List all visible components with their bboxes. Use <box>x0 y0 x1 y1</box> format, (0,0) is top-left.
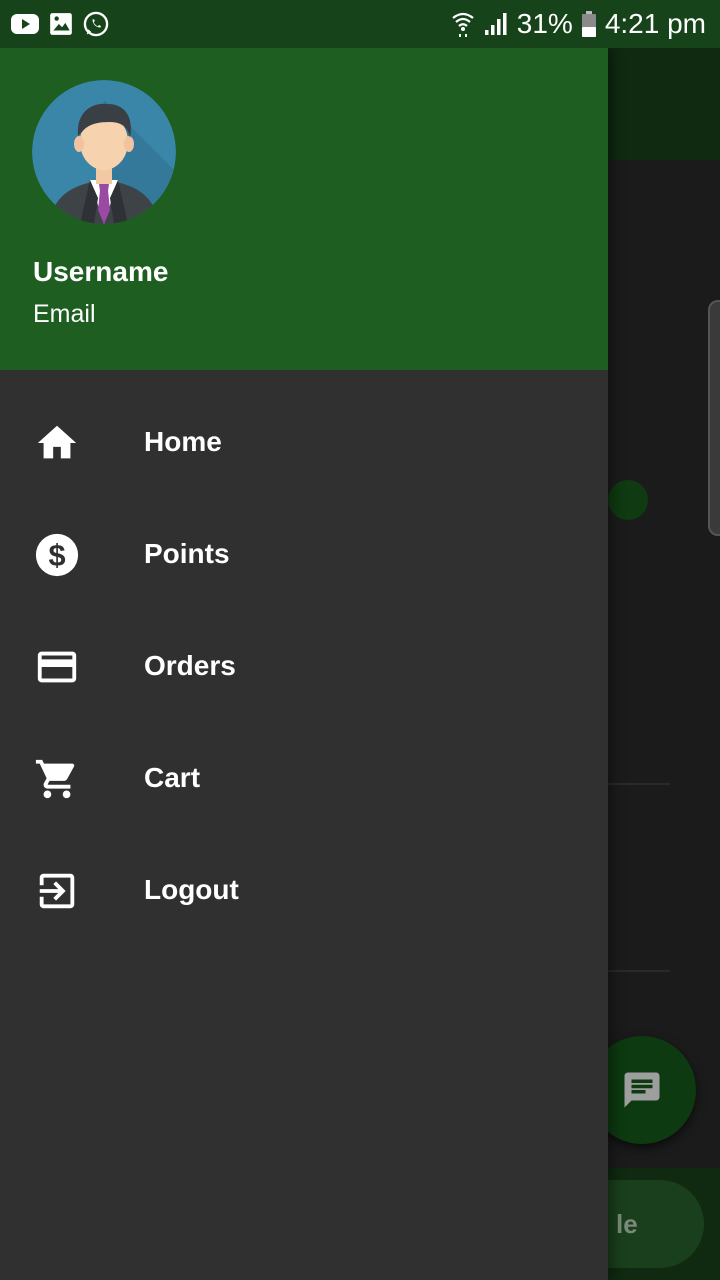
logout-icon <box>39 873 75 909</box>
dollar-icon: $ <box>35 533 79 577</box>
menu-item-logout[interactable]: Logout <box>0 834 608 946</box>
navigation-drawer: Username Email Home $ Points Orders Cart… <box>0 48 608 1280</box>
background-side-tab[interactable] <box>708 300 720 536</box>
menu-item-home[interactable]: Home <box>0 386 608 498</box>
background-divider <box>608 970 670 972</box>
youtube-icon <box>11 14 39 34</box>
whatsapp-icon <box>83 11 109 37</box>
battery-percentage: 31% <box>516 8 573 39</box>
avatar-person-icon <box>32 80 176 224</box>
menu-item-label: Points <box>144 538 230 569</box>
credit-card-icon <box>37 651 77 683</box>
username: Username <box>33 256 169 287</box>
signal-icon <box>484 13 507 35</box>
menu-item-points[interactable]: $ Points <box>0 498 608 610</box>
menu-item-orders[interactable]: Orders <box>0 610 608 722</box>
system-status: 31% 4:21 pm <box>451 0 706 48</box>
image-icon <box>50 13 72 35</box>
clock: 4:21 pm <box>604 8 706 39</box>
menu-item-label: Home <box>144 426 222 457</box>
avatar[interactable] <box>32 80 176 224</box>
wifi-icon <box>452 12 474 37</box>
status-bar: 31% 4:21 pm <box>0 0 720 48</box>
svg-text:$: $ <box>48 539 65 573</box>
drawer-menu: Home $ Points Orders Cart Logout <box>0 386 608 946</box>
menu-item-label: Cart <box>144 762 201 793</box>
menu-item-label: Logout <box>144 874 239 905</box>
drawer-header: Username Email <box>0 48 608 370</box>
notification-icons <box>10 8 110 40</box>
chat-icon <box>624 1072 660 1108</box>
home-icon <box>37 425 77 459</box>
background-bottom-button-label: le <box>616 1209 638 1239</box>
email: Email <box>33 300 96 328</box>
battery-icon <box>581 11 596 37</box>
background-divider <box>608 783 670 785</box>
menu-item-cart[interactable]: Cart <box>0 722 608 834</box>
background-indicator-dot <box>608 480 648 520</box>
menu-item-label: Orders <box>144 650 236 681</box>
cart-icon <box>35 759 75 799</box>
